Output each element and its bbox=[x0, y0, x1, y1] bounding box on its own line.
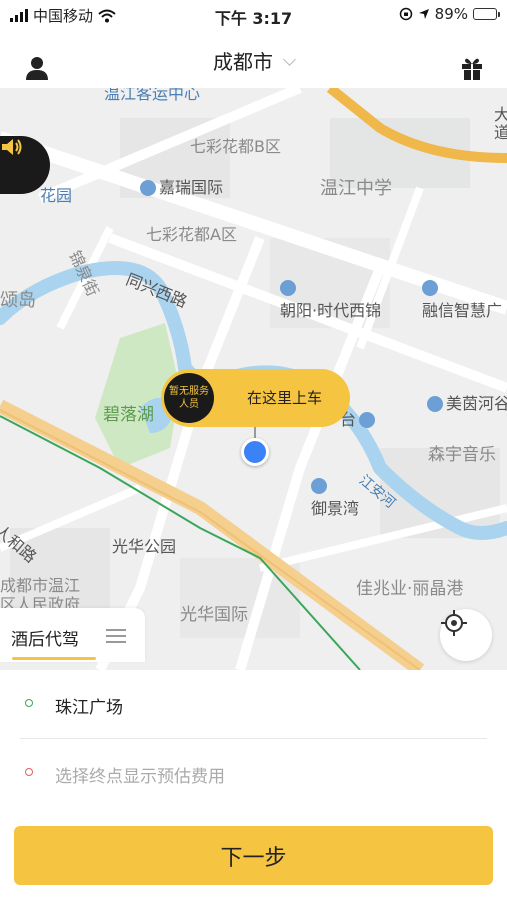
map-label-jiazhaoye: 佳兆业·丽晶港 bbox=[356, 579, 464, 599]
map-label-wenjiang-school: 温江中学 bbox=[320, 178, 392, 199]
pickup-marker[interactable]: 暂无服务人员 在这里上车 bbox=[161, 369, 350, 427]
locate-button[interactable] bbox=[440, 609, 492, 661]
map-label-garden: 花园 bbox=[40, 186, 73, 205]
chevron-down-icon bbox=[283, 53, 296, 66]
poi-icon bbox=[427, 395, 443, 412]
locate-crosshair-icon bbox=[441, 610, 467, 636]
map-label-edge-right: 大道 bbox=[494, 105, 507, 142]
map-label-chaoyang: 朝阳·时代西锦 bbox=[280, 278, 381, 321]
city-label: 成都市 bbox=[213, 50, 273, 74]
service-tab[interactable]: 酒后代驾 bbox=[0, 608, 145, 662]
address-panel: 珠江广场 选择终点显示预估费用 下一步 bbox=[0, 670, 507, 900]
tab-underline bbox=[12, 657, 96, 660]
map-label-qicai-b: 七彩花都B区 bbox=[190, 137, 281, 156]
end-address-row[interactable]: 选择终点显示预估费用 bbox=[0, 739, 507, 807]
map-label-wenjiang-bus: 温江客运中心 bbox=[104, 88, 201, 103]
map-label-senyu: 森宇音乐 bbox=[428, 445, 496, 465]
status-right: 89% bbox=[399, 5, 500, 23]
map-label-yujing-wan: 御景湾 bbox=[311, 476, 359, 519]
start-address-row[interactable]: 珠江广场 bbox=[0, 670, 507, 739]
map-view[interactable]: 温江客运中心 七彩花都B区 嘉瑞国际 温江中学 花园 七彩花都A区 锦泉街 同兴… bbox=[0, 88, 507, 670]
end-dot-icon bbox=[25, 768, 33, 776]
map-label-guanghua-intl: 光华国际 bbox=[180, 605, 248, 625]
map-label-rongxin: 融信智慧广 bbox=[422, 278, 502, 321]
gift-icon[interactable] bbox=[461, 56, 483, 84]
poi-icon bbox=[280, 279, 296, 296]
start-dot-icon bbox=[25, 699, 33, 707]
poi-icon bbox=[140, 179, 156, 196]
pickup-text: 在这里上车 bbox=[247, 389, 323, 407]
no-service-badge: 暂无服务 人员 bbox=[164, 373, 214, 423]
rotation-lock-icon bbox=[399, 7, 412, 21]
map-label-jiarui: 嘉瑞国际 bbox=[140, 174, 223, 198]
map-label-meiyin: 美茵河谷 bbox=[427, 390, 507, 414]
battery-icon bbox=[473, 8, 500, 20]
header: 成都市 bbox=[0, 30, 507, 88]
current-location-dot bbox=[241, 438, 269, 466]
map-label-guanghua-park: 光华公园 bbox=[112, 537, 177, 556]
city-selector[interactable]: 成都市 bbox=[0, 46, 507, 75]
start-address: 珠江广场 bbox=[55, 698, 123, 718]
tab-drunk-driving[interactable]: 酒后代驾 bbox=[11, 625, 79, 650]
location-arrow-icon bbox=[418, 9, 429, 19]
battery-percent: 89% bbox=[434, 5, 468, 23]
end-address-placeholder: 选择终点显示预估费用 bbox=[55, 767, 225, 787]
map-label-song-island: 颂岛 bbox=[0, 290, 36, 311]
menu-icon[interactable] bbox=[106, 628, 126, 644]
speaker-icon bbox=[2, 139, 22, 155]
badge-line2: 人员 bbox=[179, 399, 199, 410]
poi-icon bbox=[359, 411, 376, 428]
poi-icon bbox=[422, 279, 438, 296]
map-label-biluo-lake: 碧落湖 bbox=[103, 405, 154, 425]
map-label-qicai-a: 七彩花都A区 bbox=[146, 225, 237, 244]
badge-line1: 暂无服务 bbox=[169, 386, 209, 397]
next-button[interactable]: 下一步 bbox=[14, 826, 493, 885]
status-bar: 中国移动 下午 3:17 89% bbox=[0, 0, 507, 30]
poi-icon bbox=[311, 477, 327, 494]
